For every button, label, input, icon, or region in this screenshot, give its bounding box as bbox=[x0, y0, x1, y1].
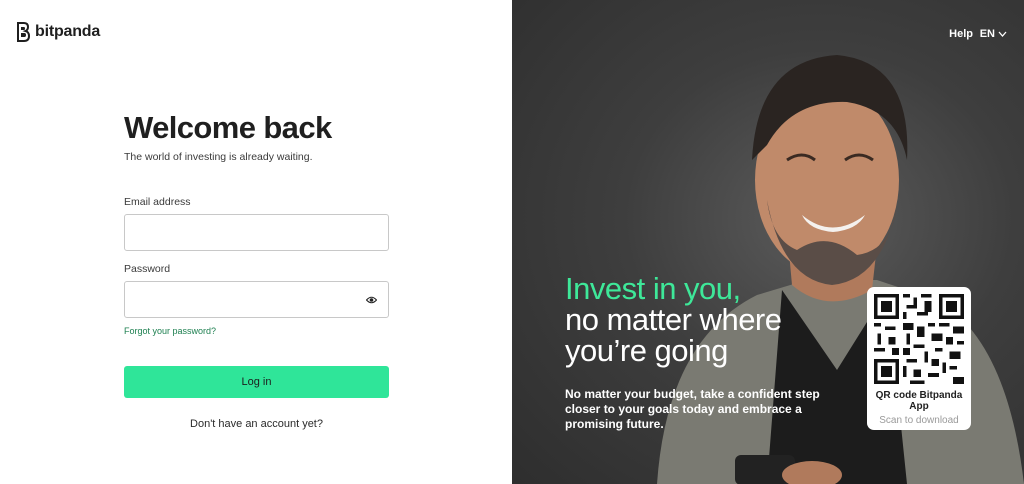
email-field[interactable] bbox=[124, 214, 389, 251]
chevron-down-icon bbox=[998, 31, 1007, 37]
qr-subtitle: Scan to download bbox=[879, 415, 959, 426]
password-field[interactable] bbox=[124, 281, 389, 318]
language-selector[interactable]: EN bbox=[980, 28, 1007, 40]
email-label: Email address bbox=[124, 196, 191, 208]
promo-headline-line2: no matter where bbox=[565, 302, 782, 337]
page-title: Welcome back bbox=[124, 110, 332, 145]
forgot-password-link[interactable]: Forgot your password? bbox=[124, 326, 389, 336]
brand-logo[interactable]: bitpanda bbox=[16, 22, 100, 42]
login-form: Welcome back The world of investing is a… bbox=[124, 110, 389, 430]
login-button[interactable]: Log in bbox=[124, 366, 389, 398]
show-password-icon[interactable] bbox=[366, 296, 377, 304]
qr-code-icon bbox=[874, 294, 964, 384]
brand-name: bitpanda bbox=[35, 23, 101, 40]
help-link[interactable]: Help bbox=[949, 28, 973, 40]
qr-title: QR code Bitpanda App bbox=[875, 390, 963, 412]
language-label: EN bbox=[979, 28, 995, 40]
promo-panel: Help EN Invest in you, no matter where y… bbox=[512, 0, 1024, 484]
promo-headline: Invest in you, no matter where you’re go… bbox=[565, 273, 782, 366]
promo-headline-accent: Invest in you, bbox=[565, 271, 741, 306]
promo-headline-line3: you’re going bbox=[565, 333, 728, 368]
promo-body: No matter your budget, take a confident … bbox=[565, 387, 820, 431]
bitpanda-b-icon bbox=[17, 22, 30, 42]
password-label: Password bbox=[124, 263, 171, 275]
qr-card[interactable]: QR code Bitpanda App Scan to download bbox=[867, 287, 971, 430]
password-field-wrapper bbox=[124, 281, 389, 318]
page-subtitle: The world of investing is already waitin… bbox=[124, 151, 313, 163]
login-panel: bitpanda Welcome back The world of inves… bbox=[0, 0, 512, 484]
signup-prompt[interactable]: Don't have an account yet? bbox=[124, 418, 389, 430]
